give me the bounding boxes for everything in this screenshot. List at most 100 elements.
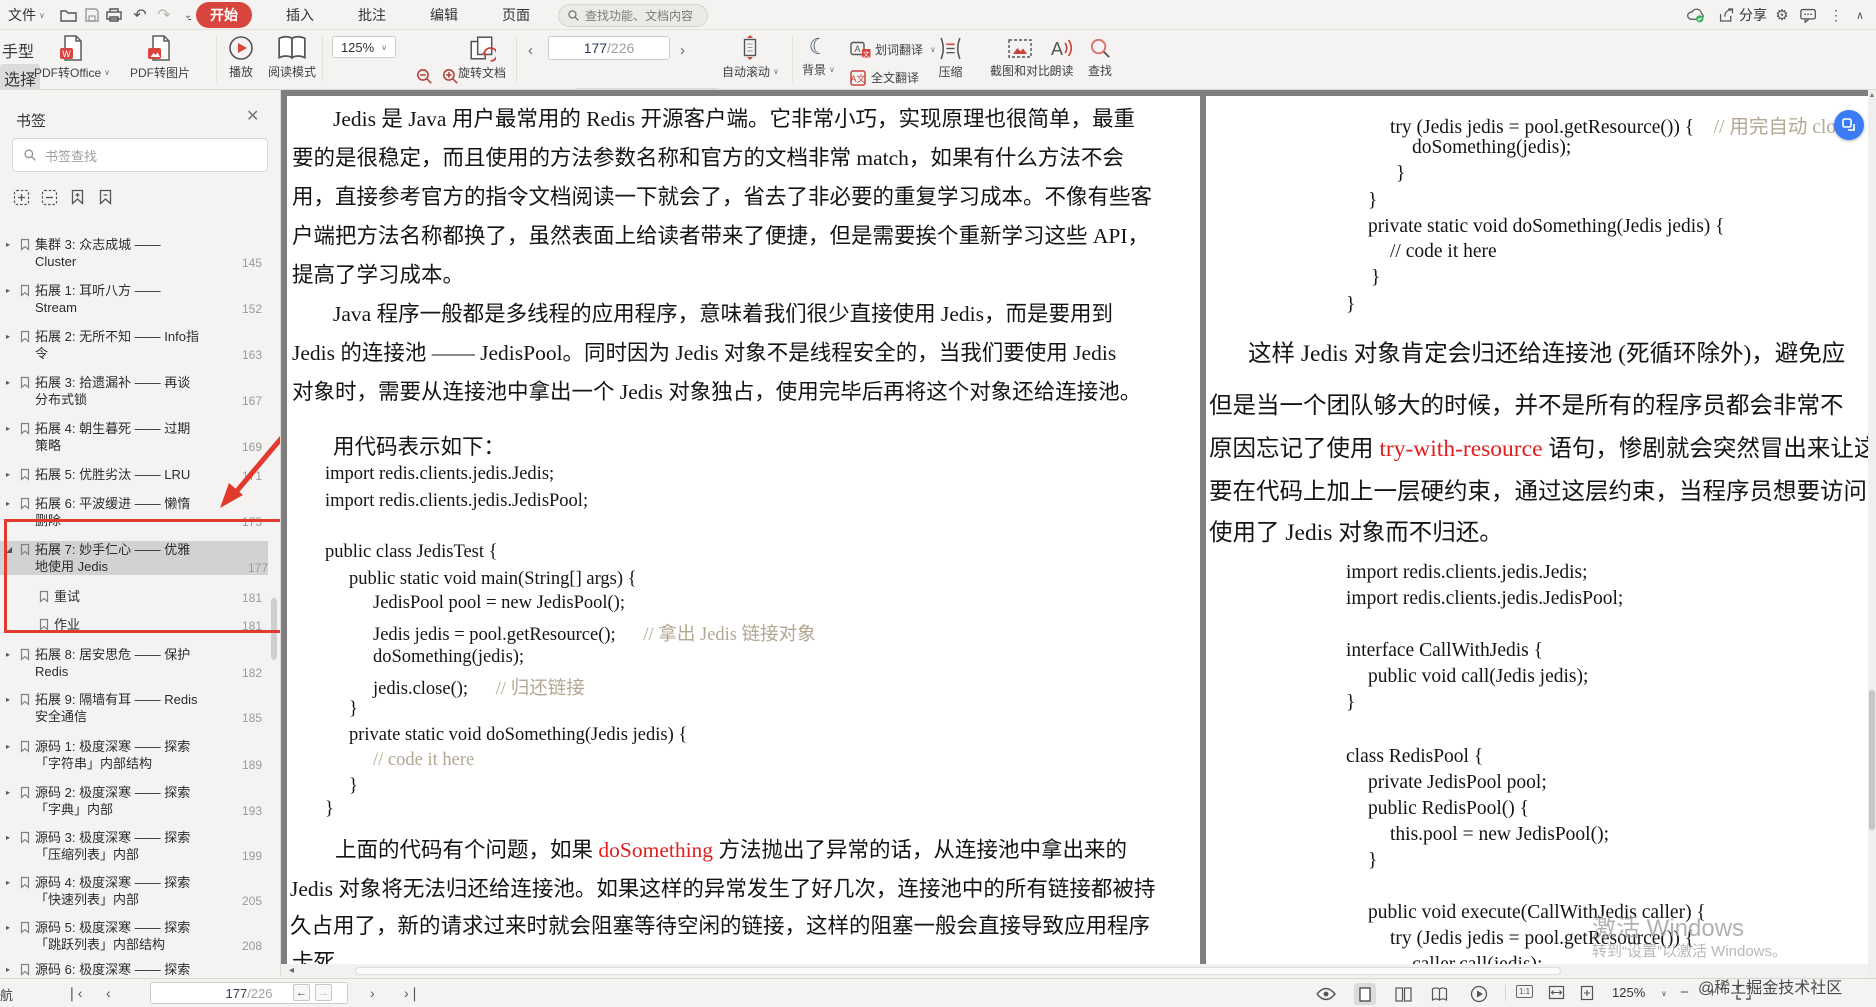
screenshot-compare-button[interactable]: 截图和对比 bbox=[990, 37, 1050, 79]
last-page-icon[interactable]: ›❘ bbox=[404, 985, 420, 1002]
eye-protect-icon[interactable] bbox=[1316, 987, 1336, 1001]
bookmark-item[interactable]: ▸源码 2: 极度深寒 —— 探索「字典」内部193 bbox=[6, 784, 262, 818]
redo-icon[interactable]: ↷ bbox=[154, 5, 174, 25]
disclosure-triangle-icon[interactable]: ▸ bbox=[6, 691, 19, 704]
tab-批注[interactable]: 批注 bbox=[348, 2, 396, 28]
share-button[interactable]: 分享 bbox=[1718, 0, 1767, 30]
play-button[interactable]: 播放 bbox=[228, 35, 254, 80]
file-menu[interactable]: 文件 ∨ bbox=[8, 0, 45, 30]
collapse-ribbon-icon[interactable]: ∧ bbox=[1850, 5, 1870, 25]
disclosure-triangle-icon[interactable]: ▸ bbox=[6, 919, 19, 932]
vertical-scrollbar[interactable]: ▲ bbox=[1868, 90, 1876, 978]
disclosure-triangle-icon[interactable]: ▸ bbox=[6, 784, 19, 797]
search-box[interactable]: 查找功能、文档内容 bbox=[558, 4, 708, 27]
tab-编辑[interactable]: 编辑 bbox=[420, 2, 468, 28]
text-line: 久占用了，新的请求过来时就会阻塞等待空闲的链接，这样的阻塞一般会直接导致应用程序 bbox=[290, 909, 1150, 940]
zoom-in-icon[interactable] bbox=[440, 66, 460, 86]
full-translate-button[interactable]: A文 全文翻译 bbox=[844, 66, 925, 89]
open-file-icon[interactable] bbox=[58, 5, 78, 25]
find-button[interactable]: 查找 bbox=[1088, 37, 1112, 79]
search-placeholder: 查找功能、文档内容 bbox=[585, 7, 693, 24]
read-aloud-button[interactable]: A 朗读 bbox=[1048, 36, 1075, 79]
navigation-label[interactable]: 航 bbox=[0, 985, 13, 1004]
disclosure-triangle-icon[interactable]: ▸ bbox=[6, 829, 19, 842]
horizontal-scrollbar[interactable]: ◂ bbox=[281, 964, 1868, 978]
bookmark-item[interactable]: ▸拓展 9: 隔墙有耳 —— Redis安全通信185 bbox=[6, 691, 262, 725]
word-translate-button[interactable]: A文 划词翻译 ∨ bbox=[844, 38, 942, 61]
status-zoom-value[interactable]: 125% bbox=[1612, 985, 1645, 1000]
bookmark-item[interactable]: ▸源码 4: 极度深寒 —— 探索「快速列表」内部205 bbox=[6, 874, 262, 908]
separator bbox=[322, 36, 323, 82]
tab-页面[interactable]: 页面 bbox=[492, 2, 540, 28]
bookmark-item[interactable]: ▸集群 3: 众志成城 —— Cluster145 bbox=[6, 236, 262, 270]
zoom-select[interactable]: 125% ∨ bbox=[332, 36, 396, 58]
annotation-rectangle bbox=[4, 519, 281, 633]
previous-page-icon[interactable]: ‹ bbox=[106, 985, 111, 1001]
auto-scroll-button[interactable]: 自动滚动∨ bbox=[722, 34, 779, 80]
hand-tool-label[interactable]: 手型 bbox=[2, 38, 34, 62]
pdf-to-image-button[interactable]: PDF转图片 bbox=[130, 34, 190, 81]
more-menu-icon[interactable]: ⋮ bbox=[1826, 5, 1846, 25]
scroll-up-arrow[interactable]: ▲ bbox=[1868, 92, 1876, 99]
disclosure-triangle-icon[interactable]: ▸ bbox=[6, 738, 19, 751]
svg-text:文: 文 bbox=[863, 49, 870, 58]
prev-page-icon[interactable]: ‹ bbox=[528, 40, 533, 60]
page-number-input[interactable]: 177/226 bbox=[548, 36, 670, 60]
next-page-icon[interactable]: › bbox=[370, 985, 375, 1001]
bookmark-item[interactable]: ▸源码 5: 极度深寒 —— 探索「跳跃列表」内部结构208 bbox=[6, 919, 262, 953]
bookmark-item[interactable]: ▸拓展 3: 拾遗漏补 —— 再谈分布式锁167 bbox=[6, 374, 262, 408]
rotate-document-button[interactable]: 旋转文档 bbox=[458, 34, 506, 81]
scroll-left-arrow[interactable]: ◂ bbox=[289, 965, 294, 976]
slideshow-play-icon[interactable] bbox=[1468, 983, 1490, 1005]
undo-icon[interactable]: ↶ bbox=[130, 5, 150, 25]
separator bbox=[216, 36, 217, 82]
fit-width-button[interactable] bbox=[1548, 985, 1565, 1000]
actual-size-button[interactable]: 1:1 bbox=[1516, 985, 1533, 998]
disclosure-triangle-icon[interactable]: ▸ bbox=[6, 961, 19, 974]
first-page-icon[interactable]: ❘‹ bbox=[66, 985, 82, 1002]
disclosure-triangle-icon[interactable]: ▸ bbox=[6, 874, 19, 887]
pdf-to-office-button[interactable]: W PDF转Office∨ bbox=[34, 34, 110, 81]
chevron-down-icon: ∨ bbox=[381, 43, 387, 52]
bookmark-item[interactable]: ▸拓展 1: 耳听八方 —— Stream152 bbox=[6, 282, 262, 316]
disclosure-triangle-icon[interactable]: ▸ bbox=[6, 466, 19, 479]
bookmark-item[interactable]: ▸源码 1: 极度深寒 —— 探索「字符串」内部结构189 bbox=[6, 738, 262, 772]
disclosure-triangle-icon[interactable]: ▸ bbox=[6, 646, 19, 659]
print-icon[interactable] bbox=[104, 5, 124, 25]
horizontal-scrollbar-thumb[interactable] bbox=[355, 967, 1561, 975]
history-forward-button[interactable]: → bbox=[315, 984, 332, 1001]
bookmark-page-number: 199 bbox=[242, 849, 262, 863]
save-icon[interactable] bbox=[82, 5, 102, 25]
floating-translate-button[interactable] bbox=[1834, 110, 1864, 140]
tab-开始[interactable]: 开始 bbox=[196, 2, 252, 28]
vertical-scrollbar-thumb[interactable] bbox=[1869, 690, 1875, 830]
next-page-icon[interactable]: › bbox=[680, 40, 685, 60]
disclosure-triangle-icon[interactable]: ▸ bbox=[6, 328, 19, 341]
cloud-sync-icon[interactable] bbox=[1686, 5, 1706, 25]
single-page-mode-icon[interactable] bbox=[1354, 983, 1376, 1005]
read-mode-button[interactable]: 阅读模式 bbox=[268, 35, 316, 80]
more-commands-icon[interactable]: ⌄̱ bbox=[178, 5, 198, 25]
zoom-out-icon[interactable] bbox=[414, 66, 434, 86]
disclosure-triangle-icon[interactable]: ▸ bbox=[6, 282, 19, 295]
feedback-comment-icon[interactable] bbox=[1798, 5, 1818, 25]
disclosure-triangle-icon[interactable]: ▸ bbox=[6, 236, 19, 249]
tab-插入[interactable]: 插入 bbox=[276, 2, 324, 28]
book-mode-icon[interactable] bbox=[1428, 983, 1450, 1005]
history-back-button[interactable]: ← bbox=[293, 984, 310, 1001]
fit-page-button[interactable] bbox=[1580, 985, 1594, 1001]
bookmark-item[interactable]: ▸源码 3: 极度深寒 —— 探索「压缩列表」内部199 bbox=[6, 829, 262, 863]
bookmark-item[interactable]: ▸拓展 8: 居安思危 —— 保护 Redis182 bbox=[6, 646, 262, 680]
double-page-mode-icon[interactable] bbox=[1392, 983, 1414, 1005]
bookmark-item[interactable]: ▸源码 6: 极度深寒 —— 探索 bbox=[6, 961, 262, 977]
disclosure-triangle-icon[interactable]: ▸ bbox=[6, 374, 19, 387]
disclosure-triangle-icon[interactable]: ▸ bbox=[6, 495, 19, 508]
compress-button[interactable]: 压缩 bbox=[938, 36, 963, 80]
zoom-out-button[interactable]: − bbox=[1680, 984, 1689, 1001]
settings-gear-icon[interactable]: ⚙ bbox=[1772, 5, 1792, 25]
text-line: 但是当一个团队够大的时候，并不是所有的程序员都会非常不 bbox=[1209, 386, 1844, 420]
background-button[interactable]: ☾ 背景∨ bbox=[802, 35, 835, 78]
chevron-down-icon[interactable]: ∨ bbox=[1661, 989, 1667, 998]
disclosure-triangle-icon[interactable]: ▸ bbox=[6, 420, 19, 433]
bookmark-item[interactable]: ▸拓展 2: 无所不知 —— Info指令163 bbox=[6, 328, 262, 362]
